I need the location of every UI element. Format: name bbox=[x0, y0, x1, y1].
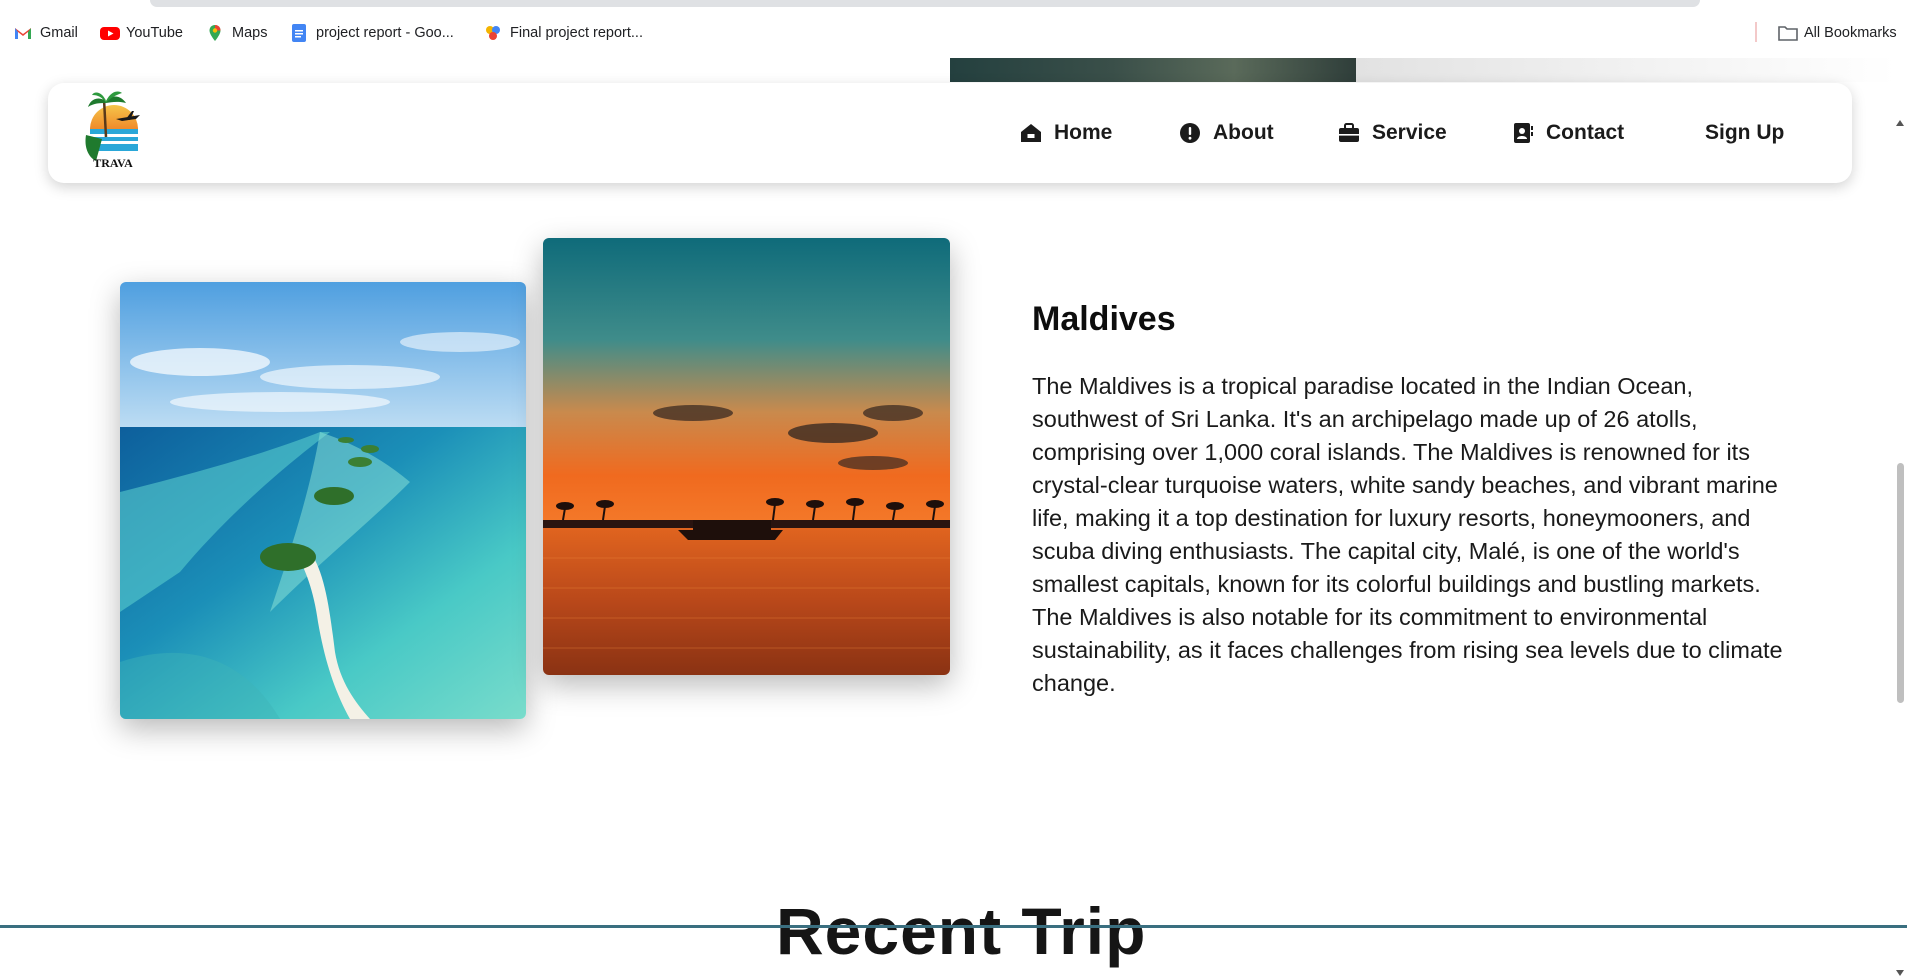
nav-about[interactable]: About bbox=[1179, 113, 1274, 153]
bookmark-label: project report - Goo... bbox=[316, 25, 454, 41]
bookmarks-bar: Gmail YouTube Maps project report - Goo.… bbox=[0, 0, 1907, 58]
bookmark-youtube[interactable]: YouTube bbox=[100, 22, 183, 44]
bookmark-label: YouTube bbox=[126, 25, 183, 41]
nav-home-label: Home bbox=[1054, 121, 1113, 144]
trava-logo[interactable]: TRAVA bbox=[82, 89, 144, 173]
gmail-icon bbox=[14, 24, 32, 42]
all-bookmarks-label: All Bookmarks bbox=[1804, 25, 1897, 41]
contact-icon bbox=[1512, 122, 1534, 144]
nav-contact[interactable]: Contact bbox=[1512, 113, 1624, 153]
aerial-atoll-photo bbox=[120, 282, 526, 719]
project-report-icon bbox=[484, 24, 502, 42]
home-icon bbox=[1020, 122, 1042, 144]
site-navbar: TRAVA Home About Service Contact Sign Up bbox=[48, 83, 1852, 183]
previous-section-shadow bbox=[1356, 58, 1896, 82]
maps-icon bbox=[206, 24, 224, 42]
nav-contact-label: Contact bbox=[1546, 121, 1625, 144]
bookmark-project-report-doc[interactable]: project report - Goo... bbox=[290, 22, 454, 44]
logo-text: TRAVA bbox=[93, 156, 133, 170]
recent-trip-heading: Recent Trip bbox=[776, 894, 1147, 968]
bookmark-maps[interactable]: Maps bbox=[206, 22, 267, 44]
google-docs-icon bbox=[290, 24, 308, 42]
tab-strip-edge bbox=[150, 0, 1700, 7]
sunset-boat-photo bbox=[543, 238, 950, 675]
nav-sign-up-label: Sign Up bbox=[1705, 121, 1785, 144]
youtube-icon bbox=[100, 24, 120, 42]
page-scrollbar[interactable] bbox=[1893, 58, 1907, 976]
nav-service[interactable]: Service bbox=[1338, 113, 1447, 153]
bookmark-final-project-report[interactable]: Final project report... bbox=[484, 22, 643, 44]
nav-about-label: About bbox=[1213, 121, 1274, 144]
info-icon bbox=[1179, 122, 1201, 144]
scroll-up-arrow-icon[interactable] bbox=[1896, 120, 1904, 126]
nav-service-label: Service bbox=[1372, 121, 1447, 144]
bookmark-label: Gmail bbox=[40, 25, 78, 41]
nav-home[interactable]: Home bbox=[1020, 113, 1112, 153]
destination-description: The Maldives is a tropical paradise loca… bbox=[1032, 373, 1783, 696]
nav-sign-up[interactable]: Sign Up bbox=[1705, 113, 1784, 153]
all-bookmarks-button[interactable]: All Bookmarks bbox=[1778, 22, 1897, 44]
bookmarks-separator bbox=[1755, 22, 1757, 42]
scrollbar-thumb[interactable] bbox=[1897, 463, 1904, 703]
bookmark-label: Maps bbox=[232, 25, 268, 41]
previous-section-image bbox=[950, 58, 1356, 82]
scroll-down-arrow-icon[interactable] bbox=[1896, 970, 1904, 976]
destination-title: Maldives bbox=[1032, 300, 1176, 338]
folder-icon bbox=[1778, 24, 1798, 42]
bookmark-gmail[interactable]: Gmail bbox=[14, 22, 78, 44]
briefcase-icon bbox=[1338, 122, 1360, 144]
bookmark-label: Final project report... bbox=[510, 25, 643, 41]
